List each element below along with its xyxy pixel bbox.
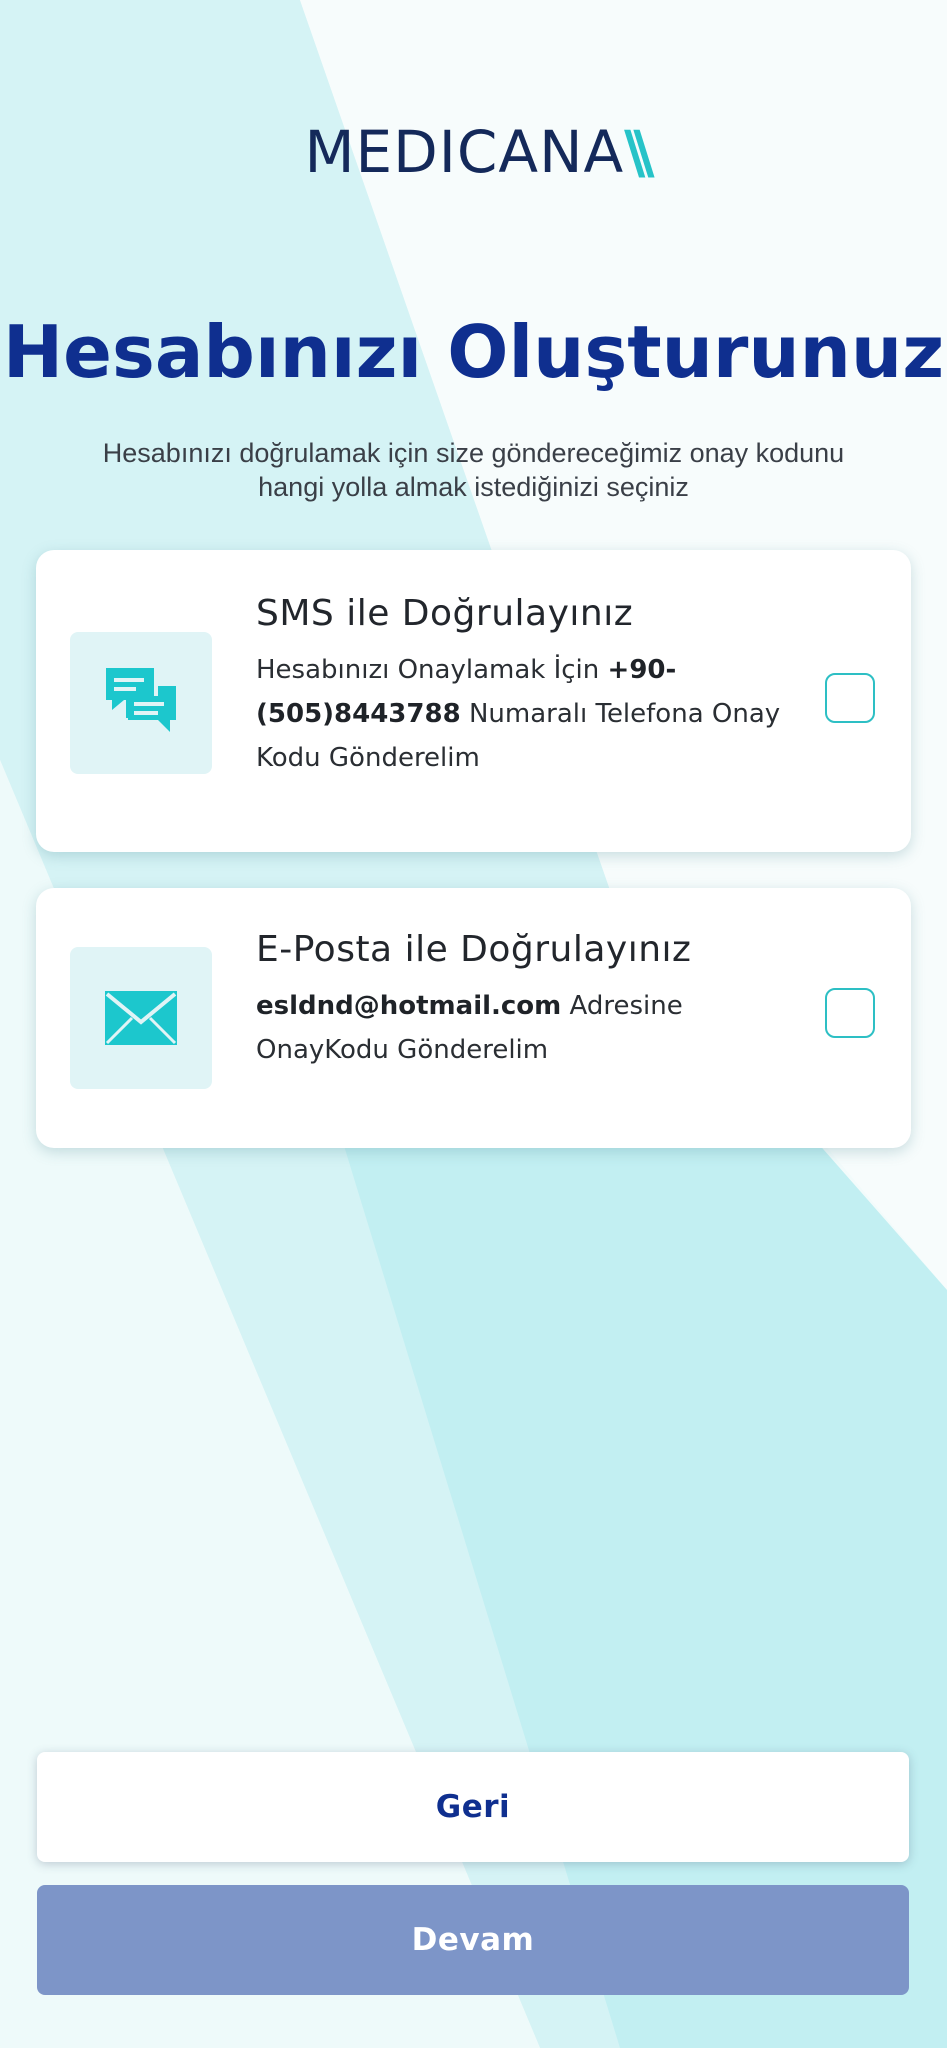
chat-bubbles-icon	[106, 668, 176, 732]
email-icon-container	[70, 947, 212, 1089]
logo-wordmark: MEDICANA	[304, 118, 625, 186]
verification-method-screen: MEDICANA\\ Hesabınızı Oluşturunuz Hesabı…	[0, 0, 947, 2048]
email-option-text: E-Posta ile Doğrulayınız esldnd@hotmail.…	[256, 926, 796, 1072]
sms-option-text: SMS ile Doğrulayınız Hesabınızı Onaylama…	[256, 590, 796, 780]
sms-desc-prefix: Hesabınızı Onaylamak İçin	[256, 655, 608, 685]
continue-button[interactable]: Devam	[37, 1885, 909, 1995]
sms-option-title: SMS ile Doğrulayınız	[256, 593, 634, 634]
page-title: Hesabınızı Oluşturunuz	[2, 310, 945, 394]
page-subtitle: Hesabınızı doğrulamak için size gönderec…	[60, 436, 887, 504]
envelope-icon	[105, 991, 177, 1045]
email-option-checkbox[interactable]	[825, 988, 875, 1038]
email-option-card[interactable]: E-Posta ile Doğrulayınız esldnd@hotmail.…	[36, 888, 911, 1148]
back-button[interactable]: Geri	[37, 1752, 909, 1862]
email-option-title: E-Posta ile Doğrulayınız	[256, 929, 692, 970]
sms-option-description: Hesabınızı Onaylamak İçin +90-(505)84437…	[256, 648, 796, 780]
subtitle-line-2: hangi yolla almak istediğinizi seçiniz	[258, 472, 689, 502]
sms-option-checkbox[interactable]	[825, 673, 875, 723]
medicana-logo: MEDICANA\\	[0, 118, 947, 186]
sms-option-card[interactable]: SMS ile Doğrulayınız Hesabınızı Onaylama…	[36, 550, 911, 852]
subtitle-line-1: Hesabınızı doğrulamak için size gönderec…	[102, 438, 845, 468]
email-option-description: esldnd@hotmail.com Adresine OnayKodu Gön…	[256, 984, 796, 1072]
email-address: esldnd@hotmail.com	[256, 991, 562, 1021]
sms-icon-container	[70, 632, 212, 774]
logo-mark: \\	[624, 118, 655, 186]
